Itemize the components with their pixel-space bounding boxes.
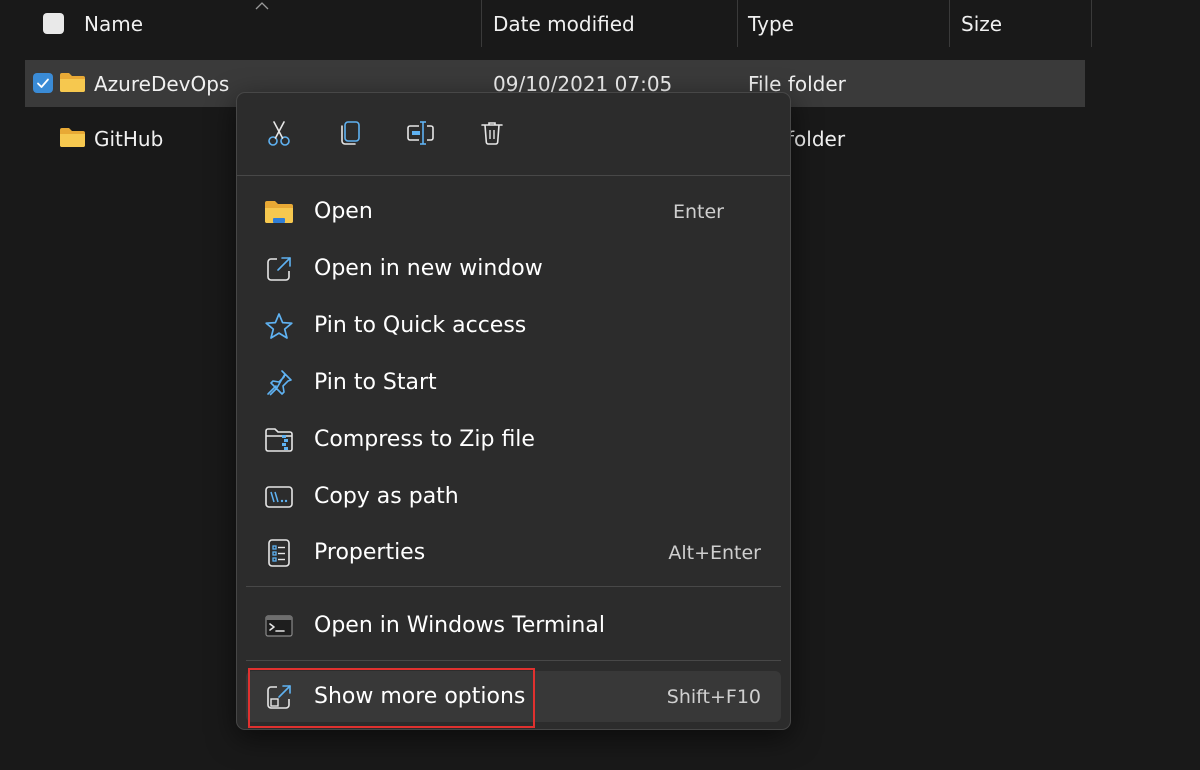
terminal-icon: [264, 611, 294, 641]
menu-item-label: Open: [314, 199, 373, 224]
star-icon: [264, 311, 294, 341]
column-type-header[interactable]: Type: [748, 0, 794, 47]
menu-item-label: Copy as path: [314, 484, 459, 509]
cut-button[interactable]: [263, 117, 295, 149]
zip-folder-icon: [264, 425, 294, 455]
file-explorer-view: Name Date modified Type Size AzureDevOps…: [0, 0, 1200, 770]
column-date-modified-header[interactable]: Date modified: [493, 0, 635, 47]
open-new-window-icon: [264, 254, 294, 284]
menu-item-shortcut: Enter: [673, 200, 724, 223]
menu-item-label: Pin to Quick access: [314, 313, 527, 338]
select-all-checkbox[interactable]: [43, 13, 64, 34]
menu-item-label: Open in Windows Terminal: [314, 613, 605, 638]
rename-button[interactable]: [405, 117, 437, 149]
menu-item-compress-to-zip[interactable]: Compress to Zip file: [246, 412, 781, 467]
column-name-header[interactable]: Name: [84, 0, 143, 47]
column-divider[interactable]: [481, 0, 482, 47]
column-header: Name Date modified Type Size: [0, 0, 1200, 47]
sort-ascending-icon[interactable]: [255, 2, 269, 10]
menu-item-shortcut: Alt+Enter: [668, 541, 761, 564]
column-size-header[interactable]: Size: [961, 0, 1002, 47]
file-type: folder: [787, 126, 846, 151]
annotation-highlight-box: [248, 668, 535, 728]
context-menu-toolbar: [237, 93, 790, 175]
file-name: GitHub: [94, 126, 164, 151]
menu-item-label: Open in new window: [314, 256, 543, 281]
menu-item-label: Compress to Zip file: [314, 427, 535, 452]
menu-separator: [246, 660, 781, 661]
column-divider[interactable]: [949, 0, 950, 47]
folder-icon: [60, 73, 85, 92]
menu-item-label: Pin to Start: [314, 370, 437, 395]
folder-open-icon: [264, 197, 294, 227]
menu-item-label: Properties: [314, 540, 426, 565]
delete-icon: [481, 122, 503, 145]
menu-item-pin-to-start[interactable]: Pin to Start: [246, 355, 781, 410]
menu-item-shortcut: Shift+F10: [666, 685, 761, 708]
column-divider[interactable]: [737, 0, 738, 47]
properties-icon: [264, 538, 294, 568]
menu-item-open-in-new-window[interactable]: Open in new window: [246, 241, 781, 296]
copy-button[interactable]: [334, 117, 366, 149]
checkmark-icon: [37, 78, 49, 88]
menu-item-copy-as-path[interactable]: Copy as path: [246, 469, 781, 524]
copy-path-icon: [264, 482, 294, 512]
file-name: AzureDevOps: [94, 71, 230, 96]
menu-separator: [246, 586, 781, 587]
folder-icon: [60, 128, 85, 147]
column-divider[interactable]: [1091, 0, 1092, 47]
menu-separator: [237, 175, 790, 176]
rename-icon: [407, 121, 434, 145]
menu-item-open-in-windows-terminal[interactable]: Open in Windows Terminal: [246, 598, 781, 653]
menu-item-pin-to-quick-access[interactable]: Pin to Quick access: [246, 298, 781, 353]
delete-button[interactable]: [476, 117, 508, 149]
row-checkbox[interactable]: [33, 73, 53, 93]
context-menu: Open Enter Open in new window Pin to Qui…: [236, 92, 791, 730]
menu-item-open[interactable]: Open Enter: [246, 184, 781, 239]
menu-item-properties[interactable]: Properties Alt+Enter: [246, 525, 781, 580]
cut-icon: [268, 121, 290, 146]
copy-icon: [341, 121, 360, 145]
pin-icon: [264, 368, 294, 398]
